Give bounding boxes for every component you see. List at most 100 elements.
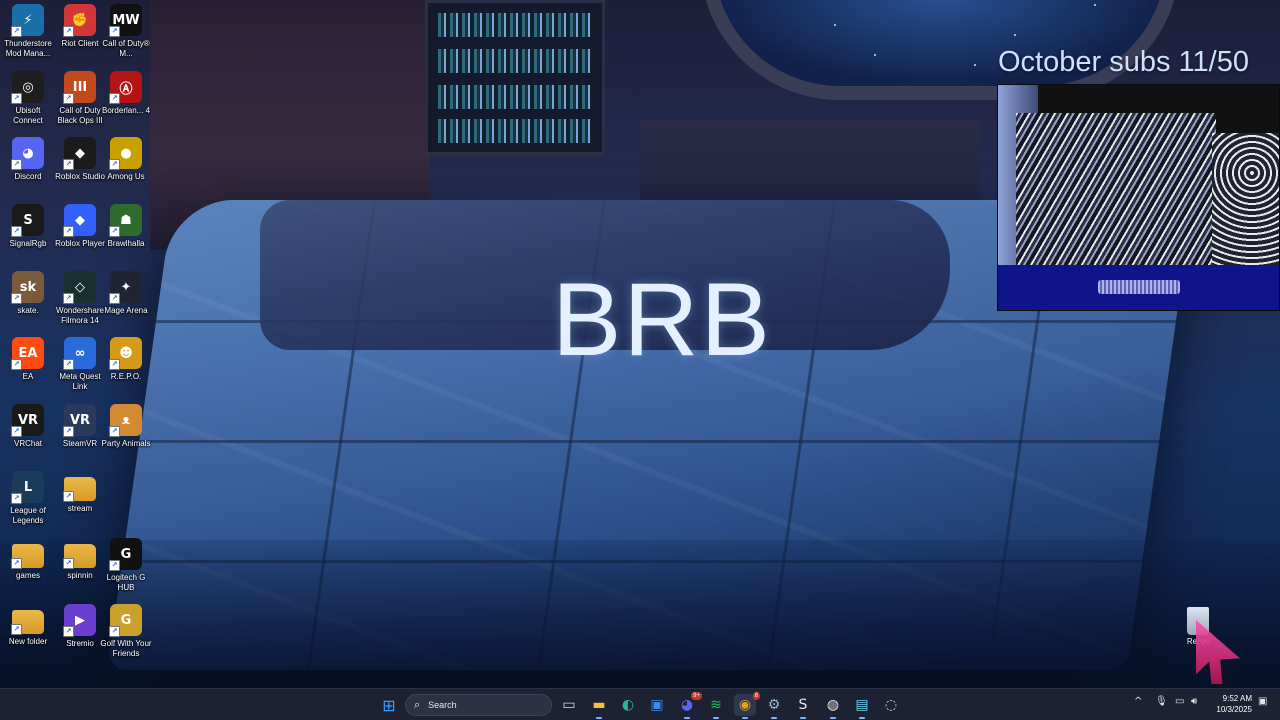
taskbar-file-explorer-button[interactable]: ▬: [588, 694, 610, 719]
party-animals-icon: ᴥ ↗: [109, 404, 142, 437]
signalrgb-icon: S ↗: [11, 204, 44, 237]
taskbar-notepad-button[interactable]: ▤: [851, 694, 873, 719]
black-ops-3-icon: III ↗: [63, 71, 96, 104]
signalrgb-icon: S: [798, 697, 808, 713]
taskbar-signalrgb-button[interactable]: S: [792, 694, 814, 719]
shortcut-arrow-icon: ↗: [63, 159, 74, 170]
notification-badge: 8: [752, 692, 760, 700]
subscriber-goal-text: October subs 11/50: [998, 46, 1249, 78]
desktop-icon[interactable]: ↗ New folder: [0, 604, 56, 647]
taskbar-search-box[interactable]: ⌕ Search: [405, 694, 552, 716]
desktop-icon[interactable]: ● ↗ Among Us: [98, 137, 154, 182]
desktop-icon[interactable]: ✦ ↗ Mage Arena: [98, 271, 154, 316]
desktop-icon-label: Call of Duty® M...: [102, 39, 150, 58]
desktop-icon[interactable]: ↗ games: [0, 538, 56, 581]
taskbar-edge-button[interactable]: ◐: [617, 694, 639, 716]
desktop-icon[interactable]: EA ↗ EA: [0, 337, 56, 382]
notification-icon[interactable]: ▣: [1258, 696, 1267, 707]
desktop-icon-label: games: [15, 571, 40, 580]
desktop-icon[interactable]: G ↗ Logitech G HUB: [98, 538, 154, 593]
desktop-icon[interactable]: sk ↗ skate.: [0, 271, 56, 316]
desktop-icon[interactable]: ↗ stream: [52, 471, 108, 514]
app-icon: ◌: [884, 697, 898, 713]
meta-quest-link-icon: ∞ ↗: [63, 337, 96, 370]
desktop-icon-label: stream: [67, 504, 93, 513]
desktop-icon[interactable]: S ↗ SignalRgb: [0, 204, 56, 249]
taskbar-steam-button[interactable]: ⚙: [763, 694, 785, 719]
desktop-icon-label: Ubisoft Connect: [13, 106, 43, 125]
running-indicator: [742, 717, 748, 719]
desktop-icon[interactable]: ⚡ ↗ Thunderstore Mod Mana...: [0, 4, 56, 59]
shortcut-arrow-icon: ↗: [11, 493, 22, 504]
desktop-icon[interactable]: Ⓐ ↗ Borderlan... 4: [98, 71, 154, 116]
tray-overflow-chevron[interactable]: ^: [1134, 696, 1142, 707]
folder-icon: ↗: [11, 544, 44, 569]
desktop-icon[interactable]: ᴥ ↗ Party Animals: [98, 404, 154, 449]
shortcut-arrow-icon: ↗: [11, 426, 22, 437]
clock-date: 10/3/2025: [1216, 705, 1252, 714]
shortcut-arrow-icon: ↗: [109, 359, 120, 370]
desktop-icon[interactable]: G ↗ Golf With Your Friends: [98, 604, 154, 659]
running-indicator: [771, 717, 777, 719]
taskbar: ⊞ ⌕ Search ▭ ▬ ◐ ▣ ◕ 9+ ≋ ◉ 8 ⚙ S ◍ ▤ ◌ ^ 🎙︎ ▭ 🔊︎ 9:5…: [0, 688, 1280, 720]
desktop-icon-label: SignalRgb: [9, 239, 47, 248]
desktop-icon-label: Party Animals: [101, 439, 151, 448]
network-icon[interactable]: ▭: [1175, 696, 1184, 707]
ubisoft-connect-icon: ◎ ↗: [11, 71, 44, 104]
shortcut-arrow-icon: ↗: [11, 624, 22, 635]
shortcut-arrow-icon: ↗: [109, 26, 120, 37]
taskbar-spotify-button[interactable]: ≋: [705, 694, 727, 719]
shortcut-arrow-icon: ↗: [63, 359, 74, 370]
desktop-icon-label: Logitech G HUB: [106, 573, 146, 592]
desktop-icon-label: Mage Arena: [104, 306, 148, 315]
desktop-icon[interactable]: ◎ ↗ Ubisoft Connect: [0, 71, 56, 126]
edge-icon: ◐: [621, 697, 635, 713]
taskbar-obs-button[interactable]: ◍: [822, 694, 844, 719]
running-indicator: [859, 717, 865, 719]
steamvr-icon: VR ↗: [63, 404, 96, 437]
desktop-icon-label: Brawlhalla: [107, 239, 145, 248]
desktop-icon-label: New folder: [8, 637, 48, 646]
task-view-icon: ▭: [562, 697, 576, 713]
taskbar-app-extra-button[interactable]: ◌: [880, 694, 902, 716]
microphone-icon[interactable]: 🎙︎: [1155, 696, 1168, 707]
shortcut-arrow-icon: ↗: [63, 426, 74, 437]
repo-icon: ☻ ↗: [109, 337, 142, 370]
league-of-legends-icon: L ↗: [11, 471, 44, 504]
start-button[interactable]: ⊞: [378, 694, 400, 716]
taskbar-microsoft-store-button[interactable]: ▣: [646, 694, 668, 716]
shortcut-arrow-icon: ↗: [109, 93, 120, 104]
desktop-icon[interactable]: ☻ ↗ R.E.P.O.: [98, 337, 154, 382]
volume-icon[interactable]: 🔊︎: [1191, 696, 1197, 707]
taskbar-chrome-button[interactable]: ◉ 8: [734, 692, 760, 719]
golf-with-friends-icon: G ↗: [109, 604, 142, 637]
folder-icon: ↗: [63, 477, 96, 502]
taskbar-task-view-button[interactable]: ▭: [558, 694, 580, 716]
running-indicator: [713, 717, 719, 719]
desktop-icon-label: VRChat: [13, 439, 42, 448]
shortcut-arrow-icon: ↗: [109, 226, 120, 237]
mage-arena-icon: ✦ ↗: [109, 271, 142, 304]
among-us-icon: ● ↗: [109, 137, 142, 170]
taskbar-discord-button[interactable]: ◕ 9+: [676, 692, 702, 719]
search-icon: ⌕: [414, 698, 421, 711]
desktop-icon[interactable]: ☗ ↗ Brawlhalla: [98, 204, 154, 249]
brawlhalla-icon: ☗ ↗: [109, 204, 142, 237]
desktop-icon-label: Golf With Your Friends: [100, 639, 152, 658]
call-of-duty-mw-icon: MW ↗: [109, 4, 142, 37]
desktop-icon[interactable]: VR ↗ VRChat: [0, 404, 56, 449]
desktop-icon-label: Thunderstore Mod Mana...: [4, 39, 52, 58]
desktop-icon[interactable]: ◕ ↗ Discord: [0, 137, 56, 182]
shortcut-arrow-icon: ↗: [11, 93, 22, 104]
riot-client-icon: ✊ ↗: [63, 4, 96, 37]
running-indicator: [684, 717, 690, 719]
desktop-icon-label: Discord: [14, 172, 42, 181]
desktop-icon[interactable]: L ↗ League of Legends: [0, 471, 56, 526]
clock-time: 9:52 AM: [1222, 694, 1252, 703]
vrchat-icon: VR ↗: [11, 404, 44, 437]
taskbar-clock[interactable]: 9:52 AM 10/3/2025: [1208, 693, 1252, 715]
desktop-icon[interactable]: MW ↗ Call of Duty® M...: [98, 4, 154, 59]
desktop-icon-label: R.E.P.O.: [110, 372, 142, 381]
shortcut-arrow-icon: ↗: [63, 226, 74, 237]
shortcut-arrow-icon: ↗: [11, 293, 22, 304]
